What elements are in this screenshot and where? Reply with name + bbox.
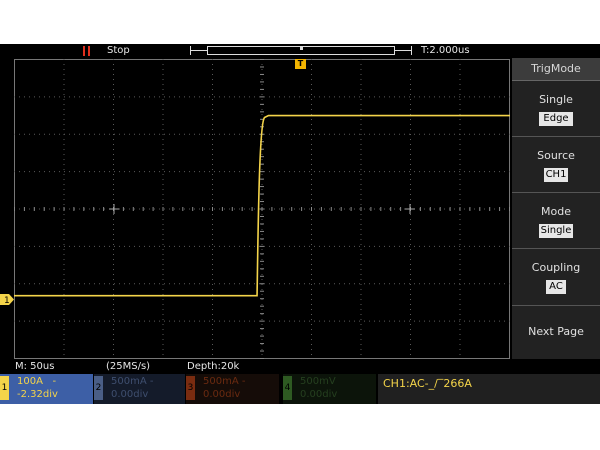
run-state-label: Stop <box>107 45 130 56</box>
trigger-position-marker: T <box>295 59 306 69</box>
channel-coupling-mark: - <box>149 376 154 387</box>
horizontal-position-readout: T:2.000us <box>421 45 470 56</box>
channel-number: 2 <box>94 376 103 400</box>
trigger-menu: TrigMode Single Edge Source CH1 Mode Sin… <box>512 58 600 359</box>
trigger-position-dot <box>300 47 303 50</box>
channel-number: 3 <box>186 376 195 400</box>
channel-scale: 500mA <box>111 376 147 387</box>
menu-item-coupling[interactable]: Coupling AC <box>512 249 600 306</box>
menu-item-value: AC <box>546 280 566 294</box>
channel-1-box[interactable]: 1 100A - -2.32div <box>0 374 93 404</box>
channel-offset: -2.32div <box>17 389 58 400</box>
waveform-display: T <box>14 59 510 359</box>
channel-offset: 0.00div <box>300 389 338 400</box>
timebase-readout: M: 50us <box>15 361 55 372</box>
ch1-ground-marker-icon: 1 <box>0 294 14 305</box>
memory-position-bar <box>190 46 412 55</box>
menu-item-label: Coupling <box>531 261 581 274</box>
oscilloscope-screen: Stop T:2.000us T 1 TrigMode Single Edge … <box>0 44 600 404</box>
channel-coupling-mark: - <box>241 376 246 387</box>
channel-scale: 500mA <box>203 376 239 387</box>
menu-item-label: Next Page <box>528 325 584 338</box>
record-depth-readout: Depth:20k <box>187 361 240 372</box>
menu-item-type[interactable]: Single Edge <box>512 81 600 137</box>
channel-coupling-mark: - <box>52 376 57 387</box>
channel-offset: 0.00div <box>111 389 149 400</box>
menu-item-mode[interactable]: Mode Single <box>512 193 600 249</box>
channel-4-box[interactable]: 4 500mV 0.00div <box>283 374 376 404</box>
ch1-marker-label: 1 <box>4 296 10 305</box>
channel-2-box[interactable]: 2 500mA -0.00div <box>94 374 185 404</box>
menu-item-value: Edge <box>539 112 573 126</box>
channel-info-bar: 1 100A - -2.32div 2 500mA -0.00div 3 500m… <box>0 374 600 404</box>
channel-3-box[interactable]: 3 500mA -0.00div <box>186 374 279 404</box>
status-bar: Stop T:2.000us <box>0 44 512 58</box>
menu-item-label: Source <box>537 149 575 162</box>
trigger-info-text: CH1:AC-_/‾266A <box>383 377 472 390</box>
menu-item-source[interactable]: Source CH1 <box>512 137 600 193</box>
channel-3-settings: 500mA -0.00div <box>203 375 245 401</box>
menu-item-label: Mode <box>541 205 571 218</box>
menu-item-next-page[interactable]: Next Page <box>512 306 600 359</box>
run-stop-indicator-icon <box>83 46 90 56</box>
acquisition-info-bar: M: 50us (25MS/s) Depth:20k <box>0 360 512 374</box>
menu-title: TrigMode <box>512 58 600 81</box>
channel-number: 1 <box>0 376 9 400</box>
channel-scale: 500mV <box>300 376 336 387</box>
graticule <box>14 59 510 359</box>
menu-item-value: CH1 <box>544 168 568 182</box>
trigger-info-readout: CH1:AC-_/‾266A <box>378 374 600 404</box>
menu-item-value: Single <box>539 224 573 238</box>
channel-offset: 0.00div <box>203 389 241 400</box>
sample-rate-readout: (25MS/s) <box>106 361 151 372</box>
menu-item-label: Single <box>539 93 573 106</box>
channel-4-settings: 500mV 0.00div <box>300 375 337 401</box>
channel-1-settings: 100A - -2.32div <box>17 375 58 401</box>
channel-scale: 100A <box>17 376 43 387</box>
channel-2-settings: 500mA -0.00div <box>111 375 153 401</box>
channel-number: 4 <box>283 376 292 400</box>
